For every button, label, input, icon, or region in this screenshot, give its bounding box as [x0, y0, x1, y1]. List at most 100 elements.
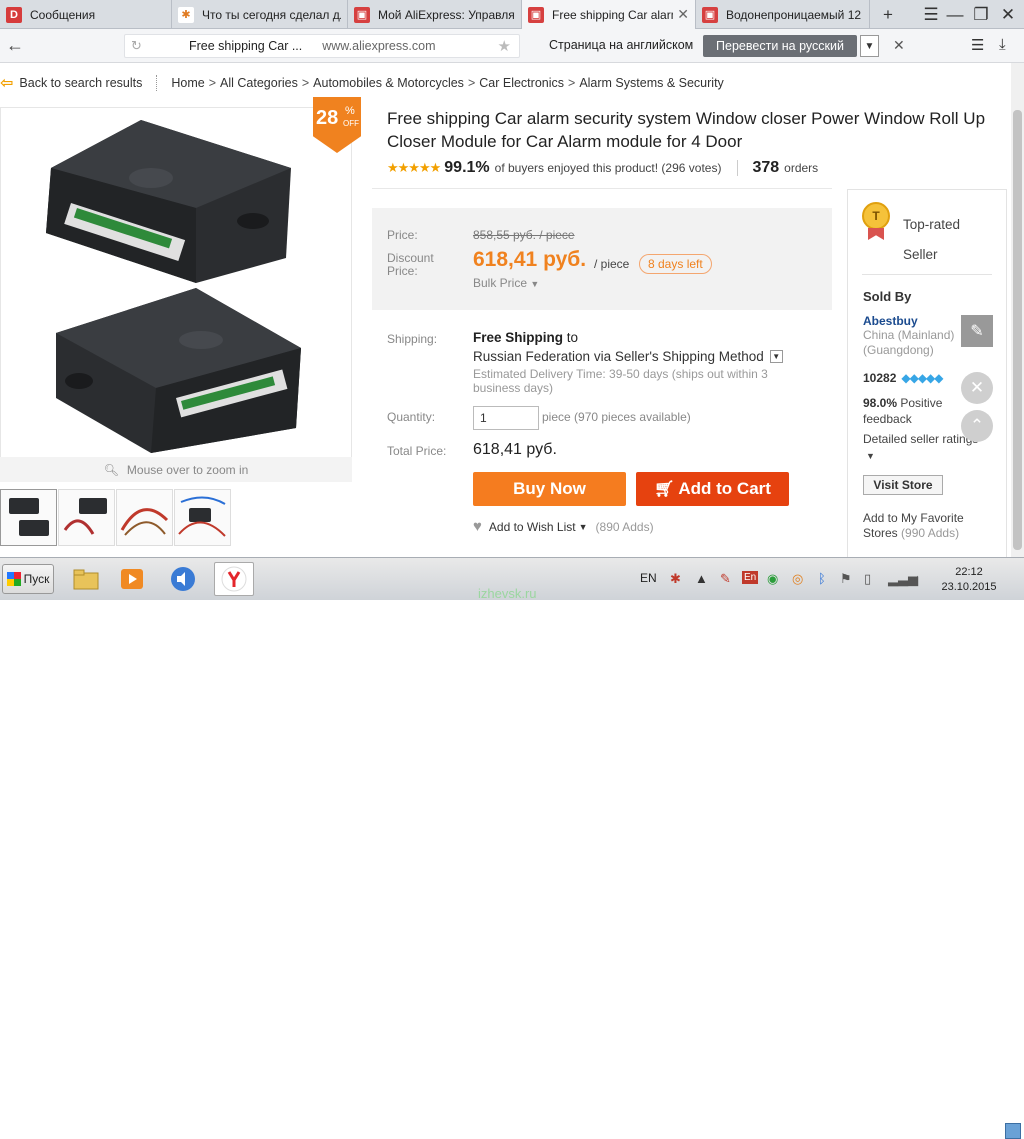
wish-list-link[interactable]: ♥ Add to Wish List ▼ (890 Adds) [473, 518, 654, 535]
tray-antivirus-icon[interactable]: ✱ [670, 571, 681, 587]
aliexpress-favicon-icon: ▣ [354, 6, 370, 23]
tab-my-aliexpress[interactable]: ▣ Мой AliExpress: Управлять [348, 0, 522, 29]
favorite-store-count: (990 Adds) [901, 526, 960, 540]
close-tab-icon[interactable]: ✕ [677, 6, 689, 23]
thumbnail-image [9, 498, 49, 536]
scrollbar-thumb[interactable] [1013, 110, 1022, 550]
thumbnail-strip [0, 489, 232, 546]
translate-options-dropdown[interactable]: ▼ [860, 35, 879, 57]
rating-text[interactable]: of buyers enjoyed this product! (296 vot… [495, 161, 722, 175]
language-indicator[interactable]: EN [640, 571, 657, 585]
close-window-icon[interactable]: ✕ [994, 0, 1022, 29]
detailed-ratings-label: Detailed seller ratings [863, 432, 979, 446]
positive-feedback: 98.0% Positive feedback [863, 395, 973, 427]
new-tab-plus-icon[interactable]: + [874, 0, 902, 29]
back-to-results-link[interactable]: ⇦ Back to search results [0, 73, 142, 93]
crumb-automobiles[interactable]: Automobiles & Motorcycles [313, 76, 464, 90]
start-label: Пуск [23, 572, 50, 586]
restore-icon[interactable]: ❐ [967, 0, 995, 29]
main-product-image[interactable] [0, 107, 352, 482]
volume-app-icon[interactable] [163, 562, 203, 596]
tray-lang-switcher-icon[interactable]: En [742, 571, 759, 584]
tray-spy-icon[interactable]: ▲ [695, 571, 708, 586]
shipping-method-select[interactable]: Russian Federation via Seller's Shipping… [473, 349, 783, 364]
file-explorer-icon[interactable] [66, 562, 106, 596]
contact-seller-button[interactable]: ✎ [961, 315, 993, 347]
tray-volume-icon[interactable]: 🔈︎ [914, 571, 922, 587]
tray-update-icon[interactable]: ◉ [767, 571, 778, 587]
tray-pen-icon[interactable]: ✎ [720, 571, 731, 587]
zoom-hint: 🔍︎ Mouse over to zoom in [0, 457, 352, 482]
speaker-image [171, 567, 195, 591]
minimize-icon[interactable]: — [941, 0, 969, 29]
add-to-cart-button[interactable]: 🛒︎ Add to Cart [636, 472, 789, 506]
discount-price-label: Discount Price: [387, 251, 434, 278]
product-photo [46, 120, 301, 453]
crumb-separator: > [568, 76, 576, 90]
crumb-home[interactable]: Home [171, 76, 204, 90]
chevron-down-icon: ▼ [864, 40, 875, 52]
thumbnail[interactable] [0, 489, 57, 546]
aliexpress-favicon-icon: ▣ [528, 6, 544, 23]
tab-what-did-you-do[interactable]: ✱ Что ты сегодня сделал дл [172, 0, 348, 29]
url-field[interactable]: ↻ Free shipping Car ... www.aliexpress.c… [124, 34, 520, 58]
show-desktop-icon[interactable] [1005, 1123, 1021, 1139]
close-translate-icon[interactable]: ✕ [893, 37, 905, 54]
windows-logo-icon [6, 572, 21, 586]
thumbnail[interactable] [58, 489, 115, 546]
per-piece: / piece [594, 257, 630, 271]
wish-list-label: Add to Wish List [488, 519, 576, 534]
reload-icon[interactable]: ↻ [131, 38, 145, 54]
quantity-input[interactable] [473, 406, 539, 430]
tray-flag-icon[interactable]: ⚑ [840, 571, 852, 587]
free-shipping: Free Shipping [473, 330, 564, 345]
media-player-icon[interactable] [112, 562, 152, 596]
watermark: izhevsk.ru [478, 586, 537, 601]
discount-off: OFF [343, 119, 359, 128]
close-floating-icon[interactable]: ✕ [961, 372, 993, 404]
crumb-car-electronics[interactable]: Car Electronics [479, 76, 564, 90]
magnifier-icon: 🔍︎ [103, 462, 119, 477]
days-left-badge: 8 days left [639, 254, 712, 274]
tray-device-icon[interactable]: ▯ [864, 571, 871, 587]
reading-list-icon[interactable]: ☰ [971, 36, 984, 54]
bulk-price-toggle[interactable]: Bulk Price ▼ [473, 276, 539, 290]
delivery-estimate: Estimated Delivery Time: 39-50 days (shi… [473, 367, 768, 395]
quantity-available: piece (970 pieces available) [542, 410, 691, 424]
tab-label: Водонепроницаемый 12 I [726, 7, 863, 22]
start-button[interactable]: Пуск [2, 564, 54, 594]
scroll-top-icon[interactable]: ⌃ [961, 410, 993, 442]
bulk-price-label: Bulk Price [473, 276, 528, 290]
translate-button[interactable]: Перевести на русский [703, 35, 857, 57]
tray-app-icon[interactable]: ◎ [792, 571, 803, 587]
back-arrow-icon[interactable]: ← [6, 35, 24, 56]
tab-strip: D Сообщения ✱ Что ты сегодня сделал дл ▣… [0, 0, 1024, 29]
tab-waterproof[interactable]: ▣ Водонепроницаемый 12 I [696, 0, 870, 29]
crumb-separator: > [467, 76, 476, 90]
crumb-alarm-systems[interactable]: Alarm Systems & Security [579, 76, 723, 90]
system-clock[interactable]: 22:12 23.10.2015 [938, 565, 1000, 595]
thumbnail[interactable] [116, 489, 173, 546]
shipping-summary: Free Shipping to [473, 330, 578, 345]
thumbnail-image [120, 508, 169, 536]
yandex-browser-icon[interactable] [214, 562, 254, 596]
buy-now-button[interactable]: Buy Now [473, 472, 626, 506]
bookmark-star-icon[interactable]: ★ [498, 37, 511, 55]
tab-free-shipping-car-alarm[interactable]: ▣ Free shipping Car alarm ✕ [522, 0, 696, 29]
orders-label: orders [784, 161, 819, 175]
tab-label: Сообщения [30, 7, 96, 22]
thumbnail[interactable] [174, 489, 231, 546]
top-rated-label: Top-rated Seller [903, 217, 961, 262]
seller-score[interactable]: 10282 ◆◆◆◆◆ [863, 371, 944, 385]
add-favorite-store-link[interactable]: Add to My Favorite Stores (990 Adds) [863, 511, 983, 541]
download-icon[interactable]: ⤓ [999, 36, 1006, 53]
tray-bluetooth-icon[interactable]: ᛒ [818, 571, 826, 586]
top-rated-medal-icon: T [862, 202, 890, 230]
tab-messages[interactable]: D Сообщения [0, 0, 172, 29]
seller-name-link[interactable]: Abestbuy [863, 314, 918, 328]
shipping-label: Shipping: [387, 332, 438, 346]
visit-store-button[interactable]: Visit Store [863, 475, 943, 495]
pencil-icon: ✎ [970, 323, 984, 340]
chevron-down-icon: ▼ [866, 451, 875, 461]
crumb-all-categories[interactable]: All Categories [220, 76, 298, 90]
